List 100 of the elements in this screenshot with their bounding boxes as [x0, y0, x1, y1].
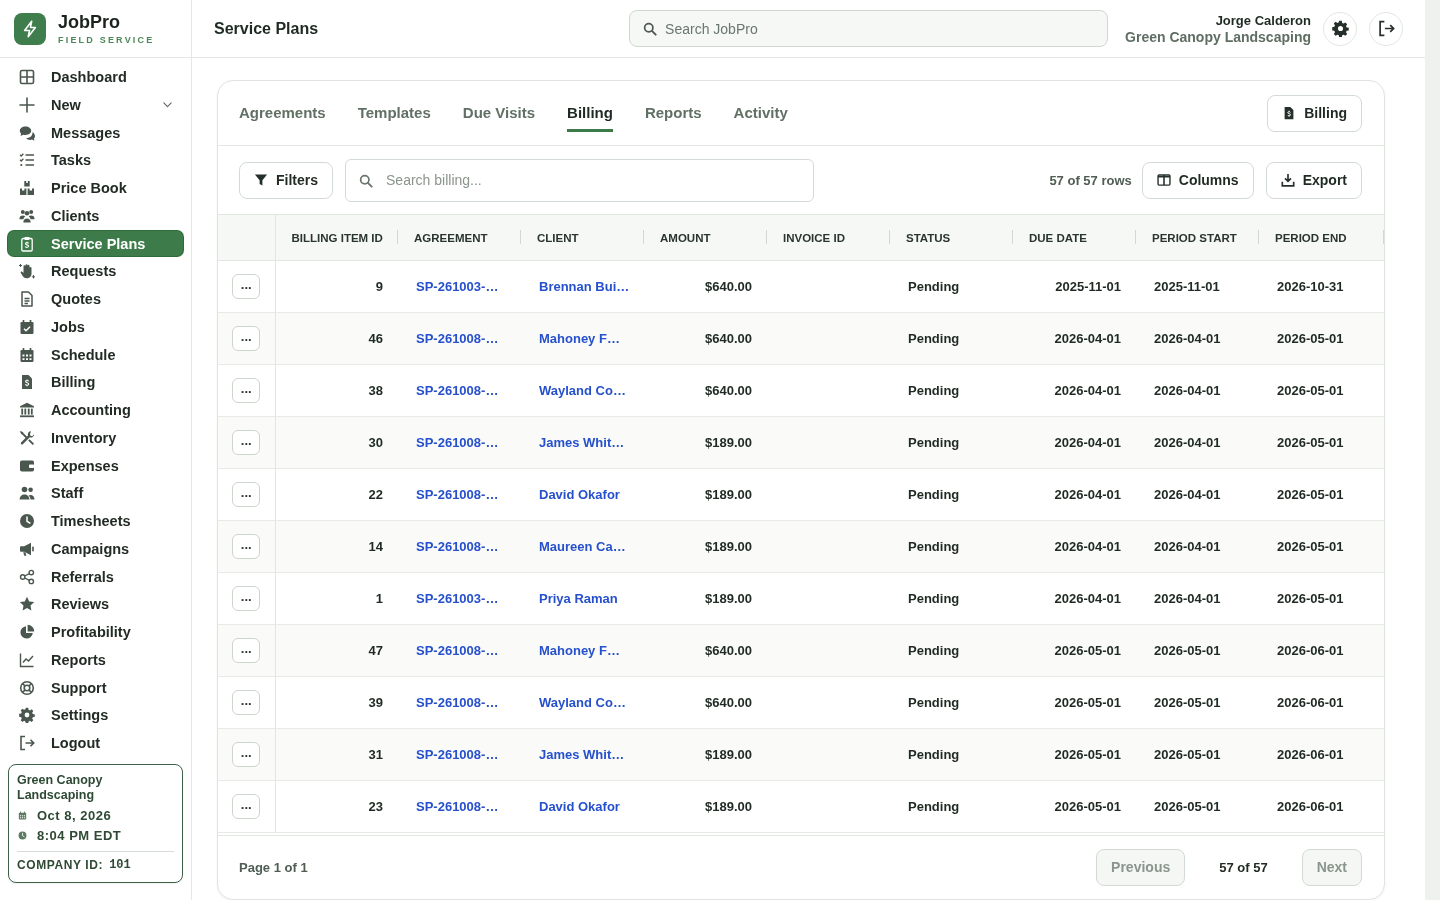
filters-button[interactable]: Filters [239, 161, 333, 199]
sidebar-item[interactable]: Reviews [8, 591, 183, 617]
agreement-link[interactable]: SP-261003-… [416, 278, 499, 294]
star-icon [19, 596, 35, 613]
agreement-link[interactable]: SP-261008-… [416, 798, 499, 814]
row-menu-button[interactable]: ... [232, 637, 261, 663]
client-link[interactable]: David Okafor [539, 486, 620, 502]
amount-text: $189.00 [705, 486, 752, 502]
sidebar-item[interactable]: Inventory [8, 425, 183, 451]
sidebar-item[interactable]: Quotes [8, 286, 183, 312]
agreement-link[interactable]: SP-261008-… [416, 694, 499, 710]
time-text: 8:04 PM EDT [37, 826, 122, 845]
sidebar-item[interactable]: Tasks [8, 147, 183, 173]
client-link[interactable]: Priya Raman [539, 590, 618, 606]
status-text: Pending [908, 746, 960, 762]
agreement-link[interactable]: SP-261008-… [416, 382, 499, 398]
tab[interactable]: Agreements [239, 94, 326, 132]
sidebar-item[interactable]: New [8, 92, 183, 118]
period-start-text: 2026-04-01 [1154, 382, 1221, 398]
agreement-link[interactable]: SP-261003-… [416, 590, 499, 606]
agreement-link[interactable]: SP-261008-… [416, 486, 499, 502]
sidebar-item[interactable]: Settings [8, 702, 183, 728]
client-link[interactable]: Brennan Bui… [539, 278, 630, 294]
sidebar-item[interactable]: Timesheets [8, 508, 183, 534]
sidebar-item[interactable]: Dashboard [8, 64, 183, 90]
row-menu-button[interactable]: ... [232, 793, 261, 819]
settings-button[interactable] [1323, 11, 1357, 46]
search-field[interactable]: Search billing... [345, 158, 814, 202]
search-icon [643, 22, 658, 36]
client-link[interactable]: Wayland Co… [539, 382, 626, 398]
period-end-text: 2026-06-01 [1277, 642, 1344, 658]
column-header: PERIOD START [1152, 232, 1237, 245]
sidebar-item[interactable]: Messages [8, 120, 183, 145]
calendar-icon [18, 811, 27, 821]
row-menu-button[interactable]: ... [232, 741, 261, 767]
column-header: CLIENT [537, 232, 579, 245]
sidebar-item[interactable]: Requests [8, 258, 183, 284]
billing-button[interactable]: Billing [1267, 94, 1362, 132]
period-end-text: 2026-05-01 [1277, 330, 1344, 346]
row-menu-button[interactable]: ... [232, 689, 261, 715]
sidebar-item[interactable]: Jobs [8, 314, 183, 340]
item-id-text: 1 [375, 590, 383, 606]
sidebar-item[interactable]: Campaigns [8, 536, 183, 562]
period-end-text: 2026-05-01 [1277, 590, 1344, 606]
sidebar-item[interactable]: Expenses [8, 453, 183, 478]
sidebar-item[interactable]: Profitability [8, 619, 183, 645]
app-tagline: FIELD SERVICE [58, 34, 155, 46]
sidebar-item[interactable]: Support [8, 675, 183, 700]
columns-button[interactable]: Columns [1141, 161, 1254, 199]
sidebar-item[interactable]: Reports [8, 647, 183, 673]
tab[interactable]: Templates [357, 94, 431, 132]
calendar-check-icon [19, 318, 35, 335]
sidebar-item[interactable]: Schedule [8, 342, 183, 367]
line-chart-icon [19, 651, 35, 668]
row-menu-button[interactable]: ... [232, 533, 261, 559]
boxes-icon [19, 180, 35, 196]
period-start-text: 2026-04-01 [1154, 434, 1221, 450]
client-link[interactable]: Wayland Co… [539, 694, 626, 710]
row-menu-button[interactable]: ... [232, 481, 261, 507]
period-end-text: 2026-05-01 [1277, 486, 1344, 502]
row-menu-button[interactable]: ... [232, 325, 261, 351]
logout-button[interactable] [1369, 11, 1403, 46]
page-label: Page 1 of 1 [239, 859, 308, 875]
tab[interactable]: Activity [733, 94, 788, 132]
period-end-text: 2026-06-01 [1277, 746, 1344, 762]
item-id-text: 14 [368, 538, 383, 554]
sidebar-item[interactable]: Billing [8, 369, 183, 395]
clipboard-icon [19, 235, 35, 252]
tab[interactable]: Due Visits [462, 94, 536, 132]
company-id-label: COMPANY ID: [17, 856, 104, 873]
amount-text: $640.00 [705, 642, 752, 658]
row-menu-button[interactable]: ... [232, 377, 261, 403]
amount-text: $189.00 [705, 746, 752, 762]
row-menu-button[interactable]: ... [232, 429, 261, 455]
item-id-text: 31 [368, 746, 383, 762]
sidebar-item[interactable]: Clients [8, 203, 183, 229]
due-date-text: 2026-04-01 [1054, 538, 1121, 554]
tab[interactable]: Reports [644, 94, 702, 132]
tab[interactable]: Billing [567, 94, 613, 132]
export-button[interactable]: Export [1265, 161, 1362, 199]
share-icon [19, 568, 35, 585]
hand-icon [19, 263, 35, 280]
search-field[interactable]: Search JobPro [629, 10, 1109, 47]
tools-icon [19, 429, 35, 446]
sidebar-item[interactable]: Service Plans [8, 231, 183, 256]
row-menu-button[interactable]: ... [232, 273, 261, 299]
sidebar-item[interactable]: Logout [8, 730, 183, 756]
item-id-text: 30 [368, 434, 383, 450]
column-header: PERIOD END [1275, 232, 1347, 245]
row-menu-button[interactable]: ... [232, 585, 261, 611]
due-date-text: 2025-11-01 [1055, 278, 1121, 294]
sidebar-item[interactable]: Referrals [8, 564, 183, 589]
row-count: 57 of 57 rows [1049, 172, 1132, 188]
bank-icon [19, 402, 35, 418]
period-end-text: 2026-05-01 [1277, 382, 1344, 398]
due-date-text: 2026-04-01 [1054, 382, 1121, 398]
sidebar-item[interactable]: Price Book [8, 175, 183, 201]
sidebar-item[interactable]: Staff [8, 480, 183, 506]
sidebar-item[interactable]: Accounting [8, 397, 183, 423]
client-link[interactable]: David Okafor [539, 798, 620, 814]
